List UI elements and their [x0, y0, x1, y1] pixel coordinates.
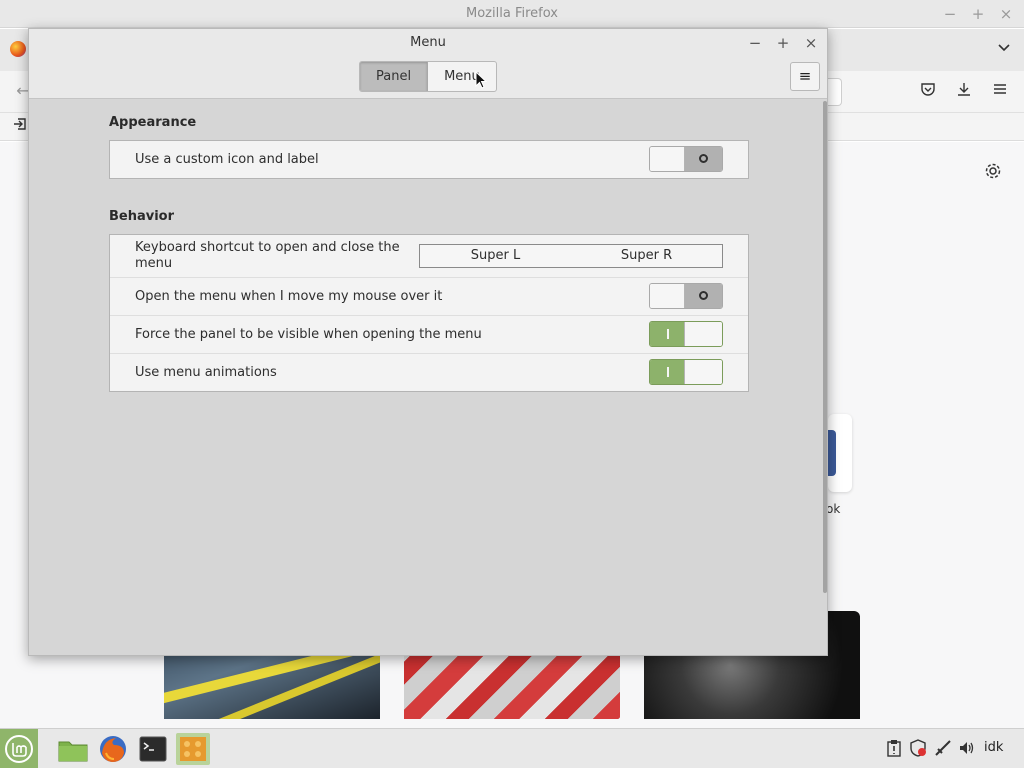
shortcut-label[interactable]: ok [826, 502, 840, 516]
firefox-tab-icon[interactable] [10, 41, 26, 57]
setting-row-custom-icon: Use a custom icon and label [110, 141, 748, 178]
appearance-settings-box: Use a custom icon and label [109, 140, 749, 179]
setting-label: Use menu animations [135, 365, 277, 380]
hover-open-toggle[interactable] [649, 283, 723, 309]
dialog-maximize-button[interactable]: + [773, 33, 793, 53]
setting-row-hover-open: Open the menu when I move my mouse over … [110, 278, 748, 316]
firefox-minimize-button[interactable]: − [940, 4, 960, 24]
volume-icon[interactable] [957, 739, 977, 759]
behavior-section-title: Behavior [109, 209, 175, 224]
scrollbar[interactable] [823, 101, 827, 593]
firefox-close-button[interactable]: × [996, 4, 1016, 24]
tab-panel[interactable]: Panel [360, 62, 429, 91]
hamburger-menu-button[interactable]: ≡ [790, 62, 820, 91]
setting-row-menu-animations: Use menu animations [110, 354, 748, 391]
firefox-maximize-button[interactable]: + [968, 4, 988, 24]
custom-icon-toggle[interactable] [649, 146, 723, 172]
setting-row-keyboard-shortcut: Keyboard shortcut to open and close the … [110, 235, 748, 278]
dialog-minimize-button[interactable]: − [745, 33, 765, 53]
network-icon[interactable] [933, 739, 953, 759]
clipboard-icon[interactable] [884, 739, 904, 759]
setting-label: Force the panel to be visible when openi… [135, 327, 482, 342]
menu-animations-toggle[interactable] [649, 359, 723, 385]
terminal-icon[interactable] [136, 733, 170, 765]
settings-gear-icon[interactable] [982, 162, 1004, 184]
force-panel-visible-toggle[interactable] [649, 321, 723, 347]
dialog-header: Menu − + × Panel Menu ≡ [29, 29, 827, 99]
shortcut-key-primary[interactable]: Super L [420, 245, 571, 267]
taskbar: idk [0, 728, 1024, 768]
pocket-icon[interactable] [917, 81, 939, 103]
mouse-cursor-icon [475, 71, 487, 89]
mint-menu-button[interactable] [0, 729, 38, 768]
appearance-section-title: Appearance [109, 115, 197, 130]
update-shield-icon[interactable] [908, 739, 928, 759]
list-all-tabs-icon[interactable] [993, 39, 1015, 61]
app-menu-icon[interactable] [989, 81, 1011, 103]
firefox-titlebar: Mozilla Firefox − + × [0, 0, 1024, 28]
menu-settings-dialog: Menu − + × Panel Menu ≡ Appearance Use a… [28, 28, 828, 656]
files-folder-icon[interactable] [56, 733, 90, 765]
shortcut-key-secondary[interactable]: Super R [571, 245, 722, 267]
setting-label: Keyboard shortcut to open and close the … [135, 240, 400, 271]
setting-row-force-panel-visible: Force the panel to be visible when openi… [110, 316, 748, 354]
firefox-window-title: Mozilla Firefox [466, 6, 558, 21]
behavior-settings-box: Keyboard shortcut to open and close the … [109, 234, 749, 392]
url-bar[interactable] [826, 78, 842, 106]
shortcut-site-icon [828, 430, 836, 476]
keyboard-shortcut-field: Super L Super R [419, 244, 723, 268]
dialog-close-button[interactable]: × [801, 33, 821, 53]
menu-settings-window-icon[interactable] [176, 733, 210, 765]
linux-mint-logo-icon [5, 735, 33, 763]
downloads-icon[interactable] [953, 81, 975, 103]
firefox-taskbar-icon[interactable] [96, 733, 130, 765]
dialog-title: Menu [410, 35, 446, 50]
setting-label: Open the menu when I move my mouse over … [135, 289, 443, 304]
user-applet-label[interactable]: idk [984, 740, 1003, 755]
setting-label: Use a custom icon and label [135, 152, 319, 167]
